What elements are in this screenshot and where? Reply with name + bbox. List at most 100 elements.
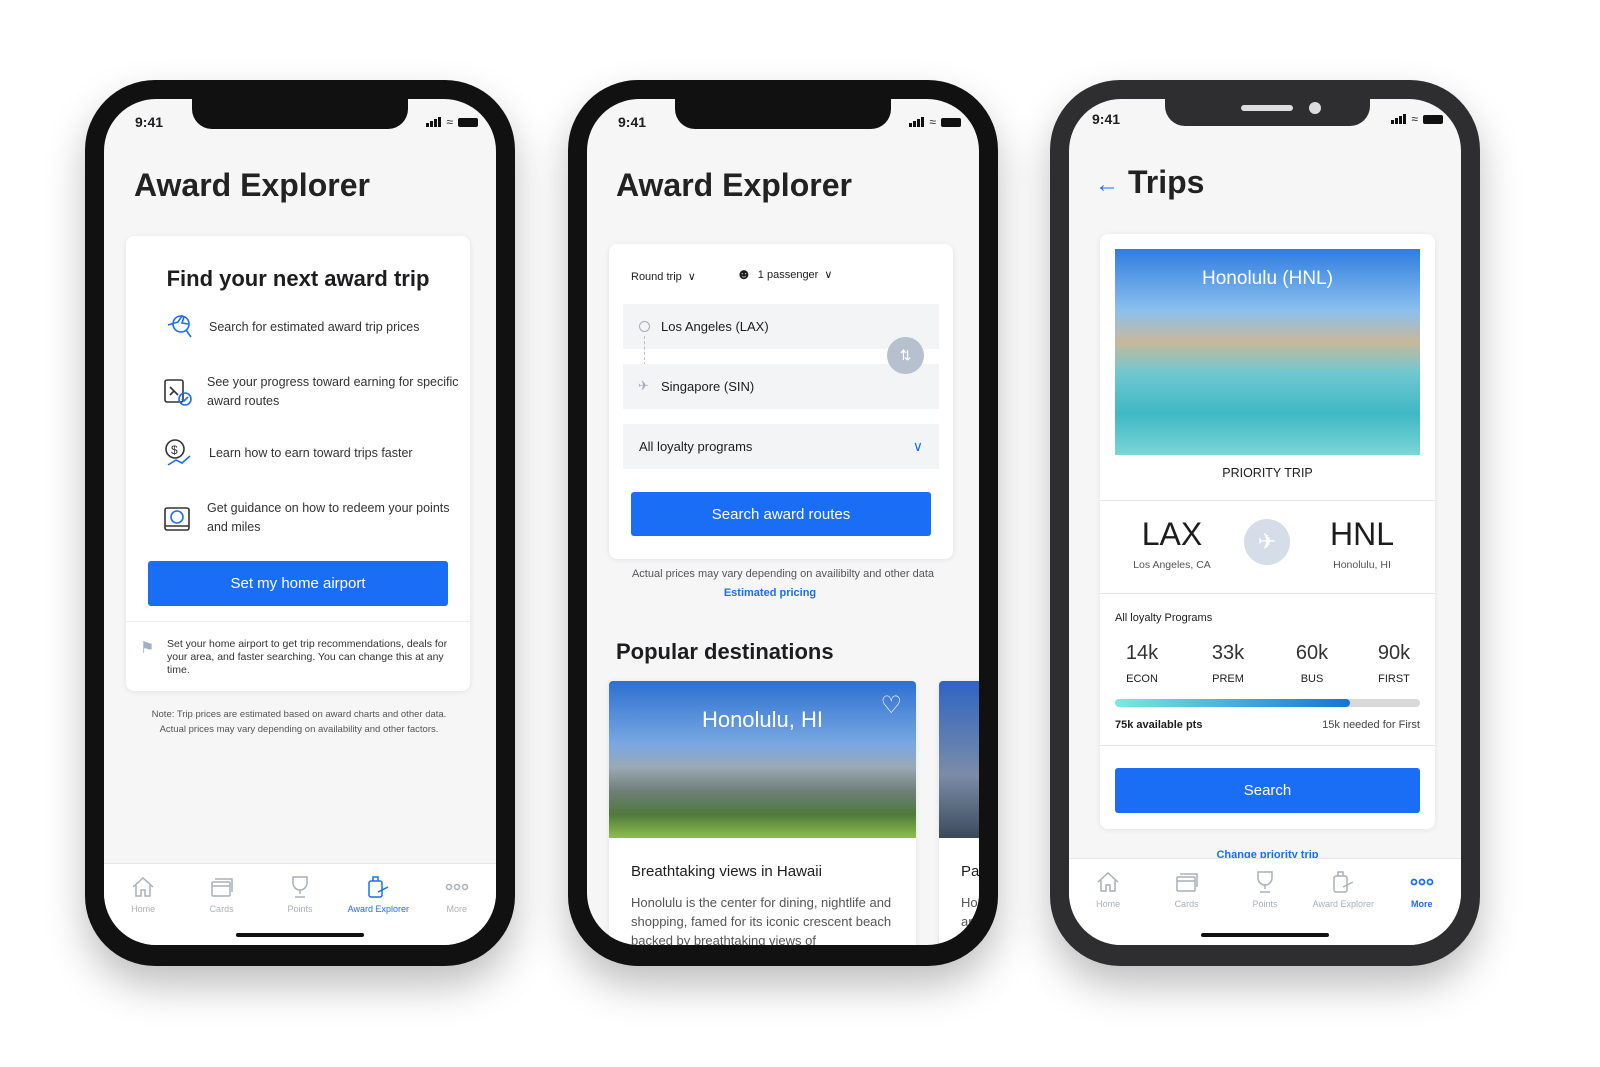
home-indicator [1201,933,1329,937]
tab-label: Points [287,904,313,914]
notch [675,99,891,129]
battery-icon [941,117,961,127]
tab-label: Cards [209,904,234,914]
divider [1100,593,1435,594]
destination-card[interactable]: Pa Ho ar [939,681,979,945]
chevron-down-icon: ∨ [824,269,833,281]
trophy-icon [1257,871,1273,893]
search-card: Round trip ∨ ☻ 1 passenger ∨ Los Angeles (L… [609,244,953,559]
phone-award-explorer-search: 9:41 ≈ Award Explorer Round trip ∨ ☻ 1 pas… [568,80,998,966]
camera [1309,102,1321,114]
earn-money-icon: $ [161,436,195,470]
tab-more[interactable]: More [418,874,496,945]
tier-item: 60k BUS [1282,642,1342,685]
trip-image-title: Honolulu (HNL) [1202,268,1333,289]
search-button[interactable]: Search [1115,768,1420,813]
trip-type-select[interactable]: Round trip ∨ [631,270,696,284]
tab-home[interactable]: Home [1069,869,1147,945]
passenger-select[interactable]: ☻ 1 passenger ∨ [736,266,832,283]
phone-trips: 9:41 ≈ ← Trips Honolulu (HNL) PRIORITY T… [1050,80,1480,966]
plane-icon: ✈ [1244,519,1290,565]
tier-points: 33k [1211,642,1245,664]
screen: 9:41 ≈ ← Trips Honolulu (HNL) PRIORITY T… [1069,99,1461,945]
tier-label: ECON [1126,673,1158,685]
destination-name: Honolulu, HI [701,707,824,732]
svg-text:$: $ [171,443,178,457]
tab-bar: Home Cards Points Award Explorer More [1069,858,1461,945]
destination-description: Ho ar [961,895,978,929]
tab-home[interactable]: Home [104,874,182,945]
home-icon [132,876,154,897]
luggage-plane-icon [368,876,389,898]
feature-text: See your progress toward earning for spe… [207,375,459,408]
destination-headline: Breathtaking views in Hawaii [631,863,822,880]
redeem-guidance-icon [161,501,193,535]
divider [1100,745,1435,746]
programs-label: All loyalty Programs [1115,612,1213,624]
tab-label: More [1410,899,1433,909]
status-icons: ≈ [426,115,478,129]
card-title: Find your next award trip [166,266,430,291]
plane-search-icon [161,310,195,344]
destination-city: Honolulu, HI [1333,559,1391,571]
person-icon: ☻ [736,266,752,283]
priority-trip-badge: PRIORITY TRIP [1222,466,1313,480]
phone-award-explorer-intro: 9:41 ≈ Award Explorer Find your next awa… [85,80,515,966]
tier-item: 90k FIRST [1364,642,1424,685]
divider [126,621,470,622]
feature-text: Get guidance on how to redeem your point… [207,501,450,534]
wifi-icon: ≈ [446,115,453,129]
destination-card[interactable]: Honolulu, HI ♡ Breathtaking views in Haw… [609,681,916,945]
destination-description: Honolulu is the center for dining, night… [631,895,892,945]
set-home-airport-button[interactable]: Set my home airport [148,561,448,606]
chevron-down-icon: ∨ [912,438,923,454]
trophy-icon [292,876,308,898]
luggage-plane-icon [1333,871,1354,893]
screen: 9:41 ≈ Award Explorer Round trip ∨ ☻ 1 pas… [587,99,979,945]
origin-dot-icon [639,321,650,332]
more-icon [1410,878,1434,886]
origin-code: LAX [1141,516,1203,552]
available-points: 75k available pts [1115,719,1203,731]
divider [1100,500,1435,501]
more-icon [445,883,468,891]
points-needed: 15k needed for First [1322,719,1420,731]
tab-more[interactable]: More [1383,869,1461,945]
wifi-icon: ≈ [929,115,936,129]
screen: 9:41 ≈ Award Explorer Find your next awa… [104,99,496,945]
page-title: Trips [1128,164,1205,200]
destination-headline: Pa [961,863,979,880]
page-title: Award Explorer [616,167,852,203]
status-time: 9:41 [618,114,647,130]
tier-points: 60k [1295,642,1329,664]
heart-icon[interactable]: ♡ [880,691,902,720]
destination-input[interactable]: Singapore (SIN) [623,364,939,409]
trip-type-value: Round trip [631,270,682,283]
notch [1165,99,1370,126]
signal-icon [1391,114,1407,124]
battery-icon [1423,114,1443,124]
status-time: 9:41 [135,114,164,130]
tab-label: Cards [1174,899,1199,909]
footnote: Note: Trip prices are estimated based on… [151,709,447,735]
tier-label: BUS [1300,673,1324,685]
plane-icon: ✈ [638,378,649,393]
estimated-pricing-link[interactable]: Estimated pricing [587,587,953,599]
back-arrow-icon[interactable]: ← [1095,171,1119,199]
points-progress-bar [1115,699,1420,707]
swap-button[interactable]: ⇅ [887,337,924,374]
wifi-icon: ≈ [1411,112,1418,126]
tier-item: 33k PREM [1198,642,1258,685]
tier-label: FIRST [1378,673,1410,685]
notch [192,99,408,129]
home-indicator [236,933,364,937]
origin-value: Los Angeles (LAX) [661,319,769,334]
chevron-down-icon: ∨ [687,271,696,283]
home-icon [1097,871,1119,892]
section-title: Popular destinations [616,639,834,664]
intro-card: Find your next award trip Search for est… [126,236,470,691]
airport-tower-icon: ⚑ [140,640,155,657]
loyalty-program-select[interactable]: All loyalty programs ∨ [623,424,939,469]
search-award-routes-button[interactable]: Search award routes [631,492,931,536]
priority-trip-card: Honolulu (HNL) PRIORITY TRIP LAX Los Ang… [1100,234,1435,829]
